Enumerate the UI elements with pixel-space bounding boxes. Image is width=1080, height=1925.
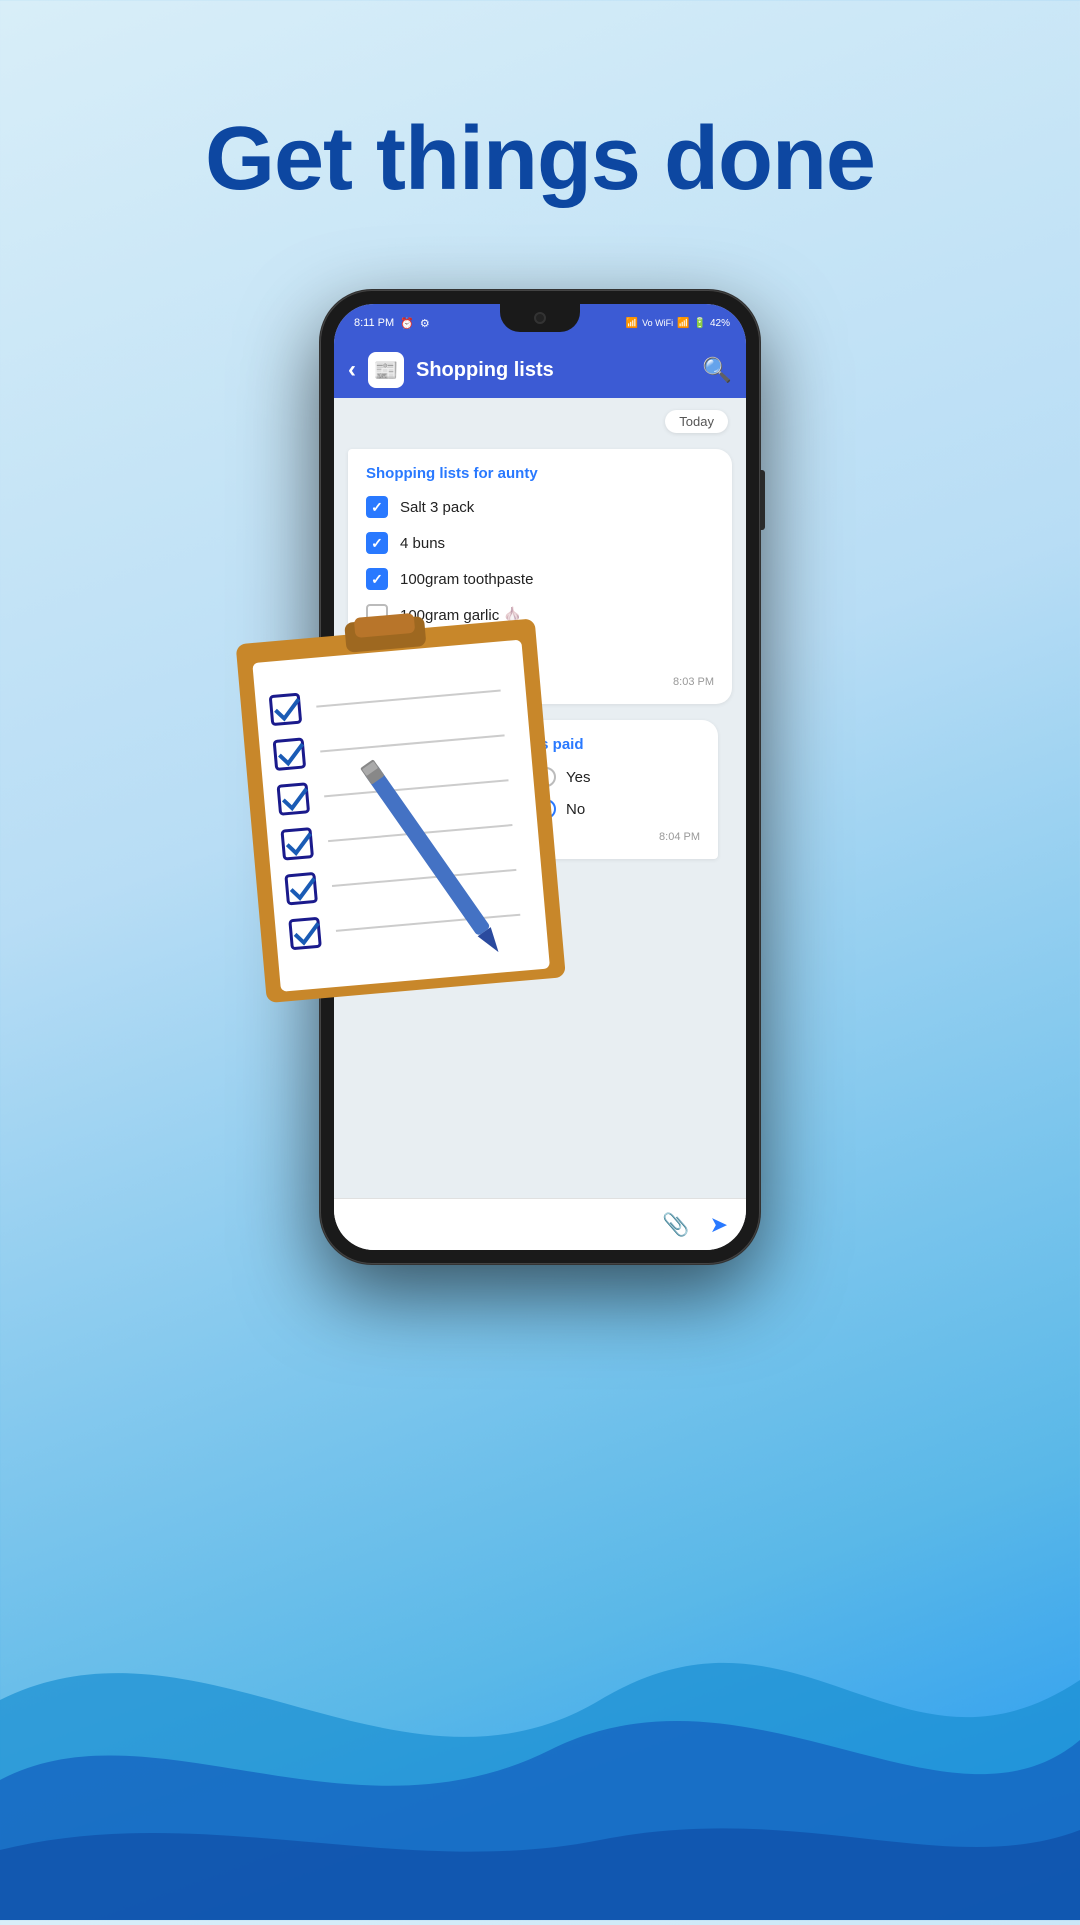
send-button[interactable]: ➤	[710, 1212, 728, 1238]
item-label: Salt 3 pack	[400, 499, 474, 516]
date-badge: Today	[665, 410, 728, 433]
date-section: Today	[334, 398, 746, 441]
shopping-list-title: Shopping lists for aunty	[366, 465, 714, 482]
checkbox-checked[interactable]	[366, 496, 388, 518]
screen-title: Shopping lists	[416, 359, 690, 382]
front-camera	[534, 312, 546, 324]
wifi-icon: 📶	[677, 318, 689, 329]
clipboard-illustration	[212, 573, 628, 1030]
checklist-item[interactable]: Salt 3 pack	[366, 496, 714, 518]
back-button[interactable]: ‹	[348, 356, 356, 384]
alarm-icon: ⏰	[400, 317, 414, 330]
app-bar: ‹ 📰 Shopping lists 🔍	[334, 342, 746, 398]
hero-title: Get things done	[0, 0, 1080, 211]
settings-icon: ⚙	[420, 317, 430, 330]
battery-icon: 🔋	[694, 318, 706, 329]
search-button[interactable]: 🔍	[702, 356, 732, 385]
checkbox-checked[interactable]	[366, 568, 388, 590]
item-label: 4 buns	[400, 535, 445, 552]
wifi-label: Vo WiFi	[642, 318, 673, 328]
checkbox-checked[interactable]	[366, 532, 388, 554]
battery-level: 42%	[710, 318, 730, 329]
status-time: 8:11 PM	[354, 317, 394, 329]
attachment-button[interactable]: 📎	[662, 1212, 689, 1238]
phone-mockup: 8:11 PM ⏰ ⚙ 📶 Vo WiFi 📶 🔋 42% ‹ 📰	[260, 290, 820, 1264]
bottom-action-bar: 📎 ➤	[334, 1198, 746, 1250]
phone-notch	[500, 304, 580, 332]
app-icon: 📰	[368, 352, 404, 388]
status-left: 8:11 PM ⏰ ⚙	[354, 317, 430, 330]
checklist-item[interactable]: 4 buns	[366, 532, 714, 554]
signal-icon: 📶	[626, 318, 638, 329]
phone-power-button	[760, 470, 765, 530]
status-right: 📶 Vo WiFi 📶 🔋 42%	[626, 318, 730, 329]
